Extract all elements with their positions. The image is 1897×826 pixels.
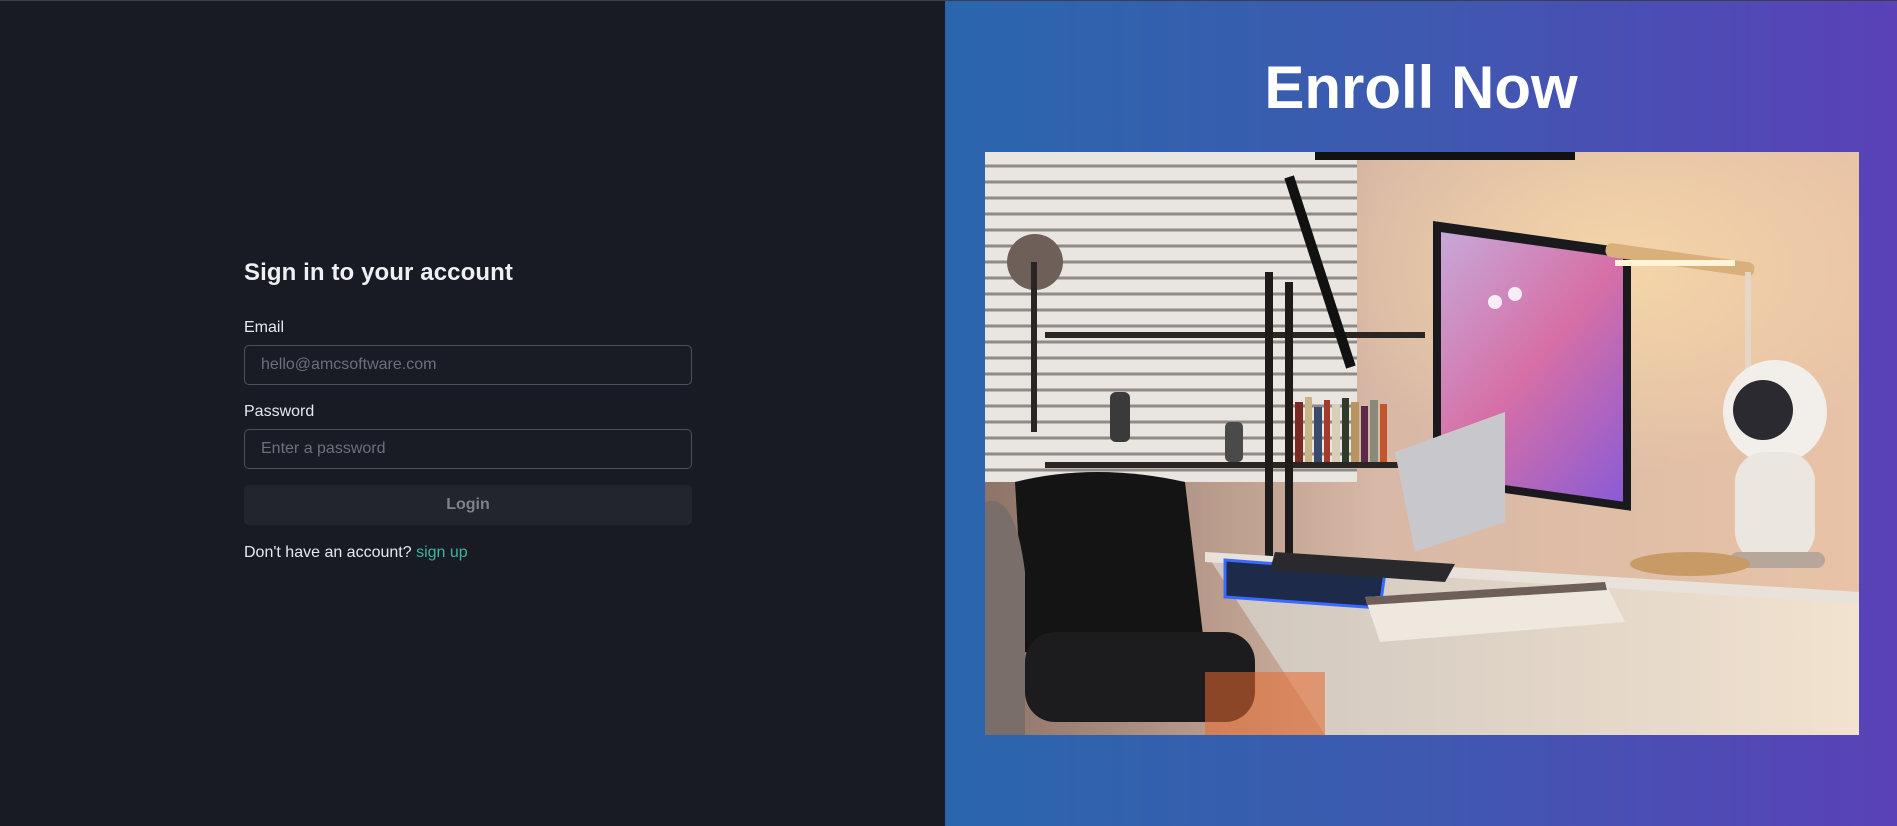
workspace-photo — [985, 152, 1859, 735]
login-button[interactable]: Login — [244, 485, 692, 525]
signup-prompt: Don't have an account? — [244, 544, 412, 561]
password-label: Password — [244, 403, 315, 420]
password-field[interactable] — [244, 429, 692, 469]
workspace-photo-illustration — [985, 152, 1859, 735]
login-panel: Sign in to your account Email Password L… — [0, 1, 945, 826]
login-form: Sign in to your account Email Password L… — [244, 259, 692, 562]
signup-line: Don't have an account? sign up — [244, 544, 692, 562]
page: Sign in to your account Email Password L… — [0, 0, 1897, 826]
email-field[interactable] — [244, 345, 692, 385]
signup-link[interactable]: sign up — [416, 544, 468, 561]
email-label: Email — [244, 319, 285, 336]
promo-panel: Enroll Now — [945, 1, 1897, 826]
form-title: Sign in to your account — [244, 259, 513, 286]
promo-title: Enroll Now — [1264, 54, 1578, 121]
